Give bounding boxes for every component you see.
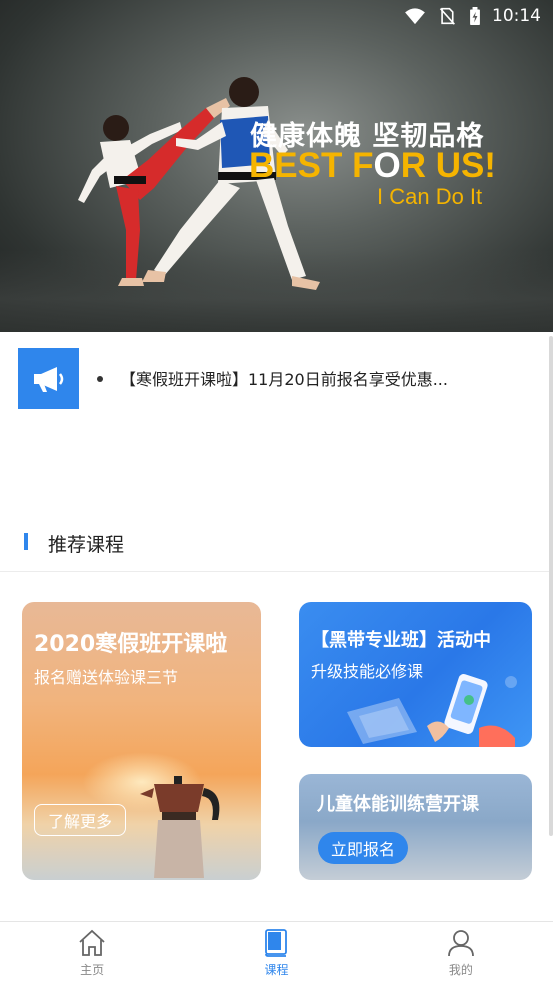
- banner-title-en-part2: R US!: [400, 146, 496, 185]
- nav-item-home[interactable]: 主页: [0, 922, 184, 983]
- winter-card-title: 2020寒假班开课啦: [34, 632, 228, 657]
- no-sim-icon: [439, 7, 455, 25]
- nav-label-courses: 课程: [264, 963, 289, 977]
- blackbelt-card-subtitle: 升级技能必修课: [311, 662, 424, 681]
- sign-up-button[interactable]: 立即报名: [318, 832, 408, 864]
- learn-more-button[interactable]: 了解更多: [34, 804, 126, 836]
- banner-title-en-part1: BEST F: [249, 146, 374, 185]
- status-time: 10:14: [492, 6, 541, 26]
- coffee-pot-image: [140, 776, 220, 878]
- nav-item-profile[interactable]: 我的: [369, 922, 553, 983]
- nav-label-home: 主页: [80, 963, 105, 977]
- scrollbar[interactable]: [549, 336, 553, 836]
- kids-card-title: 儿童体能训练营开课: [317, 794, 479, 815]
- recommended-courses-header: 推荐课程: [0, 520, 553, 572]
- section-accent-bar: [24, 533, 28, 550]
- wifi-icon: [405, 8, 425, 25]
- banner-title-en-o: O: [373, 146, 401, 185]
- section-title: 推荐课程: [48, 534, 125, 556]
- blackbelt-class-card[interactable]: 【黑带专业班】活动中 升级技能必修课: [299, 602, 532, 747]
- winter-card-subtitle: 报名赠送体验课三节: [34, 668, 179, 687]
- user-icon: [447, 930, 474, 957]
- bottom-nav: 主页 课程 我的: [0, 921, 553, 983]
- banner-title-en: BEST FOR US!: [249, 146, 496, 186]
- blackbelt-card-title: 【黑带专业班】活动中: [311, 630, 491, 651]
- book-icon: [265, 929, 288, 957]
- hero-banner[interactable]: 10:14 健康体魄 坚韧品格 BEST FOR US! I Can Do It: [0, 0, 553, 332]
- banner-subtitle: I Can Do It: [377, 184, 483, 209]
- status-bar: 10:14: [0, 0, 553, 32]
- nav-item-courses[interactable]: 课程: [184, 922, 368, 983]
- winter-class-card[interactable]: 2020寒假班开课啦 报名赠送体验课三节 了解更多: [22, 602, 261, 880]
- home-icon: [79, 929, 105, 956]
- kids-camp-card[interactable]: 儿童体能训练营开课 立即报名: [299, 774, 532, 880]
- blackbelt-illustration: [347, 674, 517, 747]
- notice-text[interactable]: 【寒假班开课啦】11月20日前报名享受优惠...: [120, 366, 448, 390]
- notice-section: 【寒假班开课啦】11月20日前报名享受优惠...: [0, 332, 553, 512]
- megaphone-icon: [18, 348, 79, 409]
- battery-icon: [470, 7, 480, 25]
- notice-bullet: [97, 376, 103, 382]
- nav-label-profile: 我的: [448, 963, 473, 977]
